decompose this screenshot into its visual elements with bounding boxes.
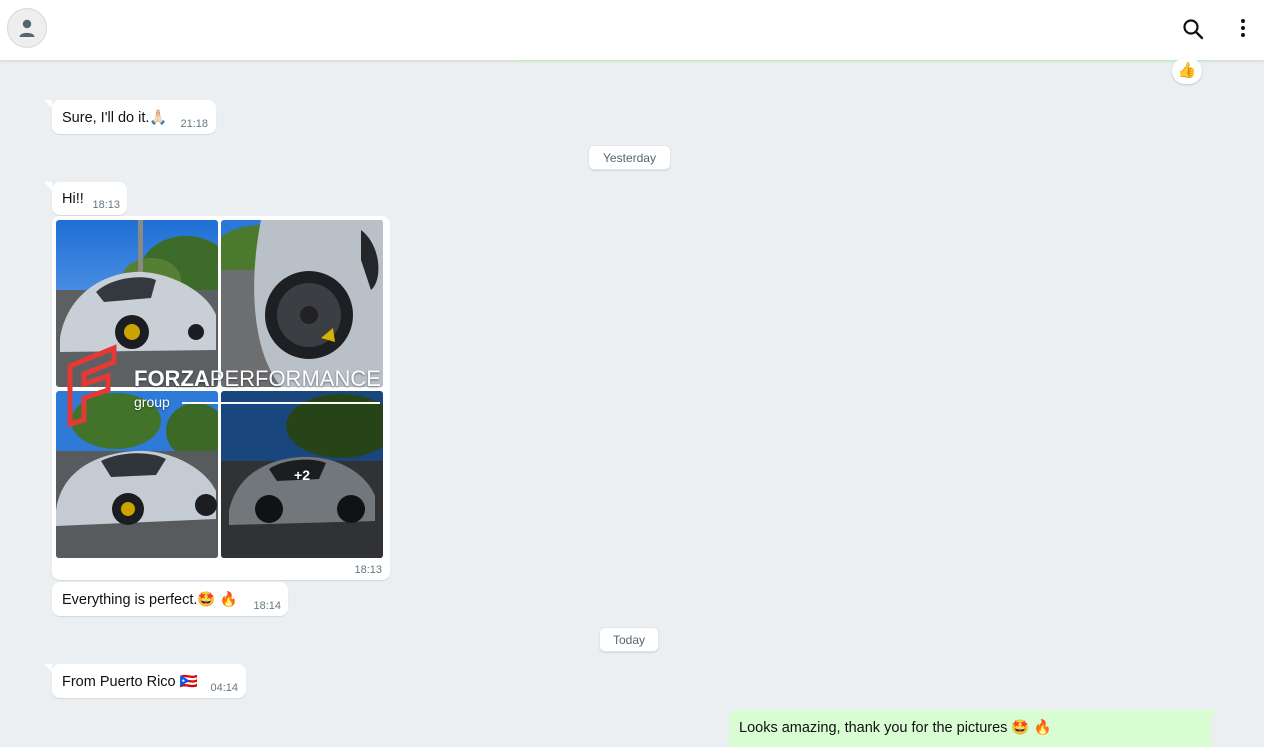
date-label: Today (612, 633, 646, 647)
message-time: 18:14 (253, 600, 281, 612)
thumbs-up-reaction[interactable]: 👍 (1172, 58, 1202, 84)
thumbs-up-icon: 👍 (1177, 62, 1197, 79)
more-photos-overlay[interactable]: +2 (221, 391, 383, 558)
message-text: Hi!! (62, 191, 84, 207)
media-album-bubble[interactable]: +2 FORZAPERFORMANCE group 18:13 (52, 216, 390, 580)
date-label: Yesterday (603, 151, 656, 165)
message-text: Everything is perfect.🤩 🔥 (62, 592, 238, 608)
more-photos-count: +2 (294, 466, 310, 483)
photo-thumbnail[interactable] (56, 391, 218, 558)
message-time: 18:13 (92, 199, 120, 211)
message-bubble[interactable]: From Puerto Rico 🇵🇷 04:14 (44, 664, 246, 698)
message-text: Looks amazing, thank you for the picture… (739, 720, 1052, 736)
media-time: 18:13 (354, 564, 382, 576)
date-separator-yesterday: Yesterday (588, 145, 671, 170)
message-text: Sure, I'll do it.🙏🏻 (62, 110, 168, 126)
photo-thumbnail[interactable] (56, 220, 218, 387)
person-icon (19, 19, 35, 37)
message-time: 04:14 (210, 682, 238, 694)
contact-avatar[interactable] (7, 8, 47, 48)
search-button[interactable] (1181, 17, 1205, 41)
photo-thumbnail[interactable] (221, 220, 383, 387)
message-text: From Puerto Rico 🇵🇷 (62, 674, 198, 690)
chat-header (0, 0, 1264, 60)
message-bubble[interactable]: Hi!! 18:13 (44, 182, 127, 215)
photo-thumbnail-more[interactable]: +2 (221, 391, 383, 558)
menu-button[interactable] (1232, 16, 1254, 42)
message-bubble[interactable]: Everything is perfect.🤩 🔥 18:14 (52, 582, 288, 616)
search-icon (1183, 19, 1204, 40)
message-bubble[interactable]: Sure, I'll do it.🙏🏻 21:18 (44, 100, 216, 134)
message-time: 21:18 (180, 118, 208, 130)
outgoing-message-bubble[interactable]: Looks amazing, thank you for the picture… (729, 710, 1219, 747)
date-separator-today: Today (599, 627, 659, 652)
kebab-menu-icon (1241, 19, 1245, 37)
